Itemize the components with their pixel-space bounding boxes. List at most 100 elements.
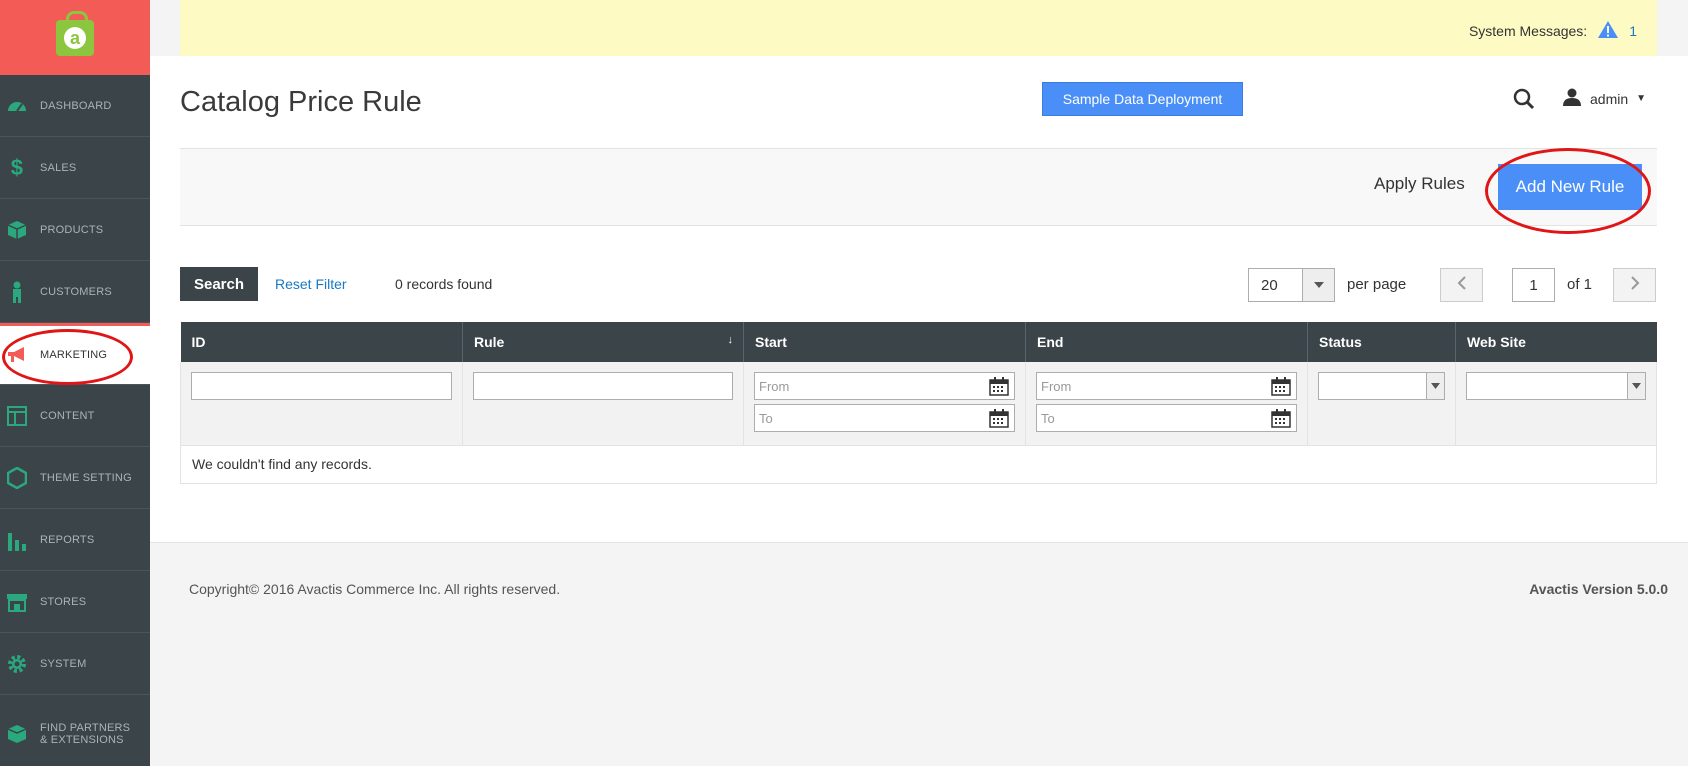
caret-down-icon — [1302, 269, 1334, 301]
box-icon — [6, 723, 28, 745]
sidebar-item-label: REPORTS — [40, 533, 95, 546]
sample-data-deployment-button[interactable]: Sample Data Deployment — [1042, 82, 1243, 116]
logo[interactable]: a — [0, 0, 150, 75]
start-from-input[interactable]: From — [754, 372, 1015, 400]
sidebar-item-theme-setting[interactable]: THEME SETTING — [0, 447, 150, 509]
website-filter-select[interactable] — [1466, 372, 1646, 400]
global-search-icon[interactable] — [1513, 88, 1535, 110]
reset-filter-link[interactable]: Reset Filter — [275, 276, 347, 292]
id-filter-input[interactable] — [191, 372, 452, 400]
previous-page-button[interactable] — [1440, 268, 1483, 302]
gear-icon — [6, 653, 28, 675]
next-page-button[interactable] — [1613, 268, 1656, 302]
chevron-left-icon — [1457, 275, 1467, 295]
per-page-value: 20 — [1261, 276, 1278, 294]
page-title: Catalog Price Rule — [180, 86, 422, 118]
sidebar-item-dashboard[interactable]: DASHBOARD — [0, 75, 150, 137]
end-from-input[interactable]: From — [1036, 372, 1297, 400]
per-page-select[interactable]: 20 — [1248, 268, 1335, 302]
date-placeholder: From — [1041, 378, 1072, 394]
status-filter-select[interactable] — [1318, 372, 1445, 400]
copyright-text: Copyright© 2016 Avactis Commerce Inc. Al… — [189, 581, 561, 597]
add-new-rule-button[interactable]: Add New Rule — [1498, 164, 1642, 210]
person-icon — [6, 281, 28, 303]
empty-message: We couldn't find any records. — [180, 444, 1657, 484]
sidebar-item-products[interactable]: PRODUCTS — [0, 199, 150, 261]
sidebar-item-label: CONTENT — [40, 409, 95, 422]
column-header-start[interactable]: Start — [743, 322, 1026, 362]
total-pages: of 1 — [1567, 276, 1593, 293]
records-count: 0 records found — [395, 276, 493, 292]
page-number-input[interactable] — [1512, 268, 1555, 302]
catalog-rules-table: ID Rule ↓ Start End Status Web Site From — [180, 322, 1657, 484]
per-page-label: per page — [1347, 276, 1407, 293]
column-header-status[interactable]: Status — [1307, 322, 1456, 362]
sidebar-item-content[interactable]: CONTENT — [0, 385, 150, 447]
system-messages[interactable]: System Messages: 1 — [1469, 20, 1637, 42]
filter-row: From To From To — [180, 362, 1657, 445]
sidebar: a DASHBOARD $ SALES PRODUCTS CUSTOMERS M… — [0, 0, 150, 766]
empty-row: We couldn't find any records. — [180, 444, 1657, 484]
filter-cell-id — [180, 362, 463, 445]
column-header-id[interactable]: ID — [180, 322, 463, 362]
column-header-website[interactable]: Web Site — [1455, 322, 1657, 362]
sidebar-item-find-partners[interactable]: FIND PARTNERS & EXTENSIONS — [0, 695, 150, 766]
sidebar-item-customers[interactable]: CUSTOMERS — [0, 261, 150, 323]
system-messages-banner: System Messages: 1 — [180, 0, 1657, 56]
sort-arrow-icon: ↓ — [727, 334, 734, 346]
filter-cell-status — [1307, 362, 1456, 445]
chevron-right-icon — [1630, 275, 1640, 295]
sidebar-item-label: SALES — [40, 161, 77, 174]
store-icon — [6, 591, 28, 613]
bar-chart-icon — [6, 529, 28, 551]
sidebar-item-sales[interactable]: $ SALES — [0, 137, 150, 199]
filter-cell-rule — [462, 362, 744, 445]
caret-down-icon — [1426, 373, 1444, 399]
dollar-icon: $ — [10, 154, 24, 180]
calendar-icon[interactable] — [989, 409, 1009, 428]
chevron-down-icon: ▼ — [1636, 93, 1647, 104]
sidebar-item-label: MARKETING — [40, 349, 108, 361]
column-header-rule[interactable]: Rule ↓ — [462, 322, 744, 362]
user-name: admin — [1590, 90, 1629, 107]
apply-rules-button[interactable]: Apply Rules — [1374, 174, 1465, 194]
system-messages-label: System Messages: — [1468, 23, 1588, 39]
sidebar-item-label: CUSTOMERS — [40, 285, 112, 298]
version-text: Avactis Version 5.0.0 — [1529, 581, 1668, 597]
calendar-icon[interactable] — [1271, 409, 1291, 428]
sidebar-item-label: FIND PARTNERS & EXTENSIONS — [40, 721, 131, 746]
rule-filter-input[interactable] — [473, 372, 733, 400]
hexagon-icon — [6, 466, 28, 489]
filter-cell-start: From To — [743, 362, 1026, 445]
end-to-input[interactable]: To — [1036, 404, 1297, 432]
sidebar-item-label: STORES — [40, 595, 87, 608]
dashboard-icon — [6, 95, 28, 117]
sidebar-item-label: THEME SETTING — [40, 471, 132, 484]
sidebar-item-marketing[interactable]: MARKETING — [0, 323, 150, 385]
date-placeholder: To — [759, 410, 773, 426]
layout-icon — [6, 405, 28, 427]
column-header-label: Rule — [474, 334, 505, 350]
caret-down-icon — [1627, 373, 1645, 399]
calendar-icon[interactable] — [989, 377, 1009, 396]
sidebar-item-stores[interactable]: STORES — [0, 571, 150, 633]
system-messages-count[interactable]: 1 — [1629, 23, 1637, 39]
filter-cell-end: From To — [1025, 362, 1308, 445]
cube-icon — [6, 219, 28, 241]
date-placeholder: From — [759, 378, 790, 394]
sidebar-item-reports[interactable]: REPORTS — [0, 509, 150, 571]
sidebar-item-label: DASHBOARD — [40, 99, 112, 112]
shopping-bag-icon: a — [56, 10, 94, 56]
warning-icon — [1597, 20, 1619, 42]
sidebar-item-label: SYSTEM — [40, 657, 87, 670]
column-header-end[interactable]: End — [1025, 322, 1308, 362]
footer-divider — [150, 542, 1688, 543]
filter-cell-website — [1455, 362, 1657, 445]
calendar-icon[interactable] — [1271, 377, 1291, 396]
user-menu[interactable]: admin ▼ — [1562, 88, 1646, 109]
user-icon — [1562, 88, 1582, 109]
sidebar-item-system[interactable]: SYSTEM — [0, 633, 150, 695]
sidebar-item-label: PRODUCTS — [40, 223, 104, 236]
start-to-input[interactable]: To — [754, 404, 1015, 432]
search-button[interactable]: Search — [180, 267, 258, 301]
